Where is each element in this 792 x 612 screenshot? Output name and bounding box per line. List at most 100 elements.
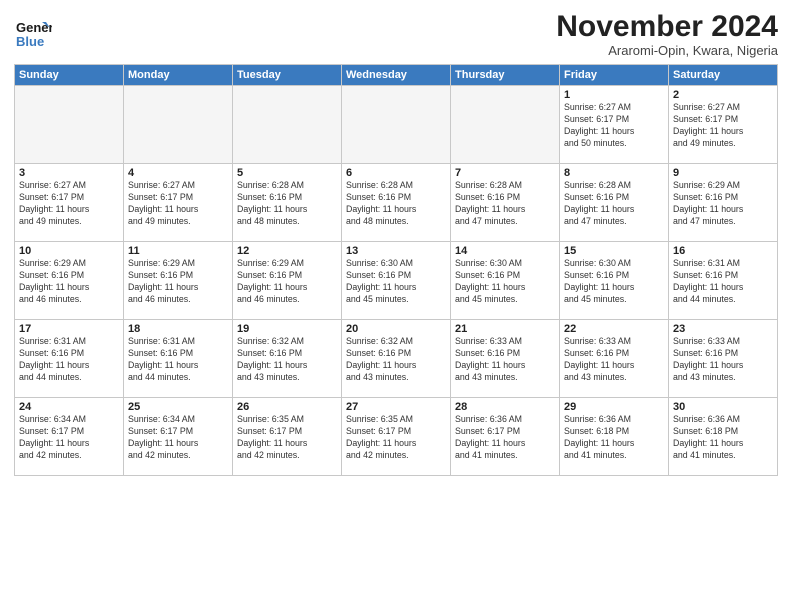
day-info: Sunrise: 6:33 AM Sunset: 6:16 PM Dayligh… [673, 336, 773, 384]
calendar-cell: 18Sunrise: 6:31 AM Sunset: 6:16 PM Dayli… [124, 320, 233, 398]
day-number: 30 [673, 401, 773, 413]
day-info: Sunrise: 6:34 AM Sunset: 6:17 PM Dayligh… [19, 414, 119, 462]
calendar-cell: 28Sunrise: 6:36 AM Sunset: 6:17 PM Dayli… [451, 398, 560, 476]
day-number: 9 [673, 167, 773, 179]
day-info: Sunrise: 6:36 AM Sunset: 6:18 PM Dayligh… [564, 414, 664, 462]
day-number: 17 [19, 323, 119, 335]
calendar-cell: 19Sunrise: 6:32 AM Sunset: 6:16 PM Dayli… [233, 320, 342, 398]
day-info: Sunrise: 6:33 AM Sunset: 6:16 PM Dayligh… [455, 336, 555, 384]
svg-text:Blue: Blue [16, 34, 44, 49]
calendar-cell: 2Sunrise: 6:27 AM Sunset: 6:17 PM Daylig… [669, 86, 778, 164]
calendar-cell: 11Sunrise: 6:29 AM Sunset: 6:16 PM Dayli… [124, 242, 233, 320]
day-info: Sunrise: 6:32 AM Sunset: 6:16 PM Dayligh… [346, 336, 446, 384]
day-info: Sunrise: 6:36 AM Sunset: 6:18 PM Dayligh… [673, 414, 773, 462]
day-number: 26 [237, 401, 337, 413]
calendar-cell: 24Sunrise: 6:34 AM Sunset: 6:17 PM Dayli… [15, 398, 124, 476]
calendar-week-4: 17 Sunrise: 6:31 AM Sunset: 6:16 PM Dayli… [15, 320, 778, 398]
calendar-cell: 1Sunrise: 6:27 AM Sunset: 6:17 PM Daylig… [560, 86, 669, 164]
page-container: General Blue November 2024 Araromi-Opin,… [0, 0, 792, 484]
day-number: 2 [673, 89, 773, 101]
calendar-header-thursday: Thursday [451, 65, 560, 86]
day-info: Sunrise: 6:29 AM Sunset: 6:16 PM Dayligh… [128, 258, 228, 306]
day-info: Sunrise: 6:31 AM Sunset: 6:16 PM Dayligh… [673, 258, 773, 306]
day-info: Sunrise: 6:29 AM Sunset: 6:16 PM Dayligh… [237, 258, 337, 306]
main-title: November 2024 [556, 10, 778, 43]
calendar-cell: 29Sunrise: 6:36 AM Sunset: 6:18 PM Dayli… [560, 398, 669, 476]
day-info: Sunrise: 6:27 AM Sunset: 6:17 PM Dayligh… [564, 102, 664, 150]
day-number: 10 [19, 245, 119, 257]
calendar-header-sunday: Sunday [15, 65, 124, 86]
calendar-cell: 15Sunrise: 6:30 AM Sunset: 6:16 PM Dayli… [560, 242, 669, 320]
calendar-cell: 23Sunrise: 6:33 AM Sunset: 6:16 PM Dayli… [669, 320, 778, 398]
calendar-cell: 25Sunrise: 6:34 AM Sunset: 6:17 PM Dayli… [124, 398, 233, 476]
day-number: 20 [346, 323, 446, 335]
day-info: Sunrise: 6:33 AM Sunset: 6:16 PM Dayligh… [564, 336, 664, 384]
calendar-table: SundayMondayTuesdayWednesdayThursdayFrid… [14, 64, 778, 476]
calendar-cell [233, 86, 342, 164]
day-info: Sunrise: 6:28 AM Sunset: 6:16 PM Dayligh… [346, 180, 446, 228]
day-number: 24 [19, 401, 119, 413]
calendar-cell [342, 86, 451, 164]
calendar-cell: 16Sunrise: 6:31 AM Sunset: 6:16 PM Dayli… [669, 242, 778, 320]
day-info: Sunrise: 6:28 AM Sunset: 6:16 PM Dayligh… [564, 180, 664, 228]
calendar-header-monday: Monday [124, 65, 233, 86]
calendar-header-tuesday: Tuesday [233, 65, 342, 86]
day-info: Sunrise: 6:30 AM Sunset: 6:16 PM Dayligh… [564, 258, 664, 306]
calendar-cell: 8Sunrise: 6:28 AM Sunset: 6:16 PM Daylig… [560, 164, 669, 242]
calendar-cell: 30Sunrise: 6:36 AM Sunset: 6:18 PM Dayli… [669, 398, 778, 476]
day-number: 27 [346, 401, 446, 413]
calendar-cell: 21Sunrise: 6:33 AM Sunset: 6:16 PM Dayli… [451, 320, 560, 398]
day-info: Sunrise: 6:28 AM Sunset: 6:16 PM Dayligh… [455, 180, 555, 228]
calendar-week-3: 10Sunrise: 6:29 AM Sunset: 6:16 PM Dayli… [15, 242, 778, 320]
day-info: Sunrise: 6:36 AM Sunset: 6:17 PM Dayligh… [455, 414, 555, 462]
day-number: 3 [19, 167, 119, 179]
calendar-cell: 27Sunrise: 6:35 AM Sunset: 6:17 PM Dayli… [342, 398, 451, 476]
calendar-cell: 20Sunrise: 6:32 AM Sunset: 6:16 PM Dayli… [342, 320, 451, 398]
day-number: 16 [673, 245, 773, 257]
calendar-cell: 10Sunrise: 6:29 AM Sunset: 6:16 PM Dayli… [15, 242, 124, 320]
day-number: 4 [128, 167, 228, 179]
day-number: 21 [455, 323, 555, 335]
day-number: 22 [564, 323, 664, 335]
logo: General Blue [14, 14, 52, 52]
calendar-cell: 4Sunrise: 6:27 AM Sunset: 6:17 PM Daylig… [124, 164, 233, 242]
calendar-header-wednesday: Wednesday [342, 65, 451, 86]
day-number: 14 [455, 245, 555, 257]
calendar-cell: 5Sunrise: 6:28 AM Sunset: 6:16 PM Daylig… [233, 164, 342, 242]
calendar-cell [15, 86, 124, 164]
day-number: 15 [564, 245, 664, 257]
logo-icon: General Blue [14, 14, 52, 52]
day-number: 11 [128, 245, 228, 257]
day-number: 5 [237, 167, 337, 179]
calendar-cell: 17Sunrise: 6:31 AM Sunset: 6:16 PM Dayli… [15, 320, 124, 398]
day-info: Sunrise: 6:35 AM Sunset: 6:17 PM Dayligh… [346, 414, 446, 462]
day-number: 8 [564, 167, 664, 179]
day-info: Sunrise: 6:34 AM Sunset: 6:17 PM Dayligh… [128, 414, 228, 462]
day-number: 6 [346, 167, 446, 179]
day-info: Sunrise: 6:35 AM Sunset: 6:17 PM Dayligh… [237, 414, 337, 462]
calendar-header-row: SundayMondayTuesdayWednesdayThursdayFrid… [15, 65, 778, 86]
day-info: Sunrise: 6:27 AM Sunset: 6:17 PM Dayligh… [673, 102, 773, 150]
calendar-cell: 14Sunrise: 6:30 AM Sunset: 6:16 PM Dayli… [451, 242, 560, 320]
day-info: Sunrise: 6:32 AM Sunset: 6:16 PM Dayligh… [237, 336, 337, 384]
day-number: 7 [455, 167, 555, 179]
day-info: Sunrise: 6:29 AM Sunset: 6:16 PM Dayligh… [19, 258, 119, 306]
calendar-header-saturday: Saturday [669, 65, 778, 86]
calendar-cell: 12Sunrise: 6:29 AM Sunset: 6:16 PM Dayli… [233, 242, 342, 320]
subtitle: Araromi-Opin, Kwara, Nigeria [556, 43, 778, 58]
calendar-week-5: 24Sunrise: 6:34 AM Sunset: 6:17 PM Dayli… [15, 398, 778, 476]
day-info: Sunrise: 6:27 AM Sunset: 6:17 PM Dayligh… [128, 180, 228, 228]
calendar-cell: 7Sunrise: 6:28 AM Sunset: 6:16 PM Daylig… [451, 164, 560, 242]
day-info: Sunrise: 6:31 AM Sunset: 6:16 PM Dayligh… [128, 336, 228, 384]
calendar-cell [124, 86, 233, 164]
calendar-cell: 9Sunrise: 6:29 AM Sunset: 6:16 PM Daylig… [669, 164, 778, 242]
day-number: 29 [564, 401, 664, 413]
day-number: 19 [237, 323, 337, 335]
calendar-week-2: 3 Sunrise: 6:27 AM Sunset: 6:17 PM Daylig… [15, 164, 778, 242]
svg-text:General: General [16, 20, 52, 35]
day-info: Sunrise: 6:28 AM Sunset: 6:16 PM Dayligh… [237, 180, 337, 228]
day-number: 23 [673, 323, 773, 335]
title-block: November 2024 Araromi-Opin, Kwara, Niger… [556, 10, 778, 58]
calendar-cell [451, 86, 560, 164]
calendar-cell: 22Sunrise: 6:33 AM Sunset: 6:16 PM Dayli… [560, 320, 669, 398]
